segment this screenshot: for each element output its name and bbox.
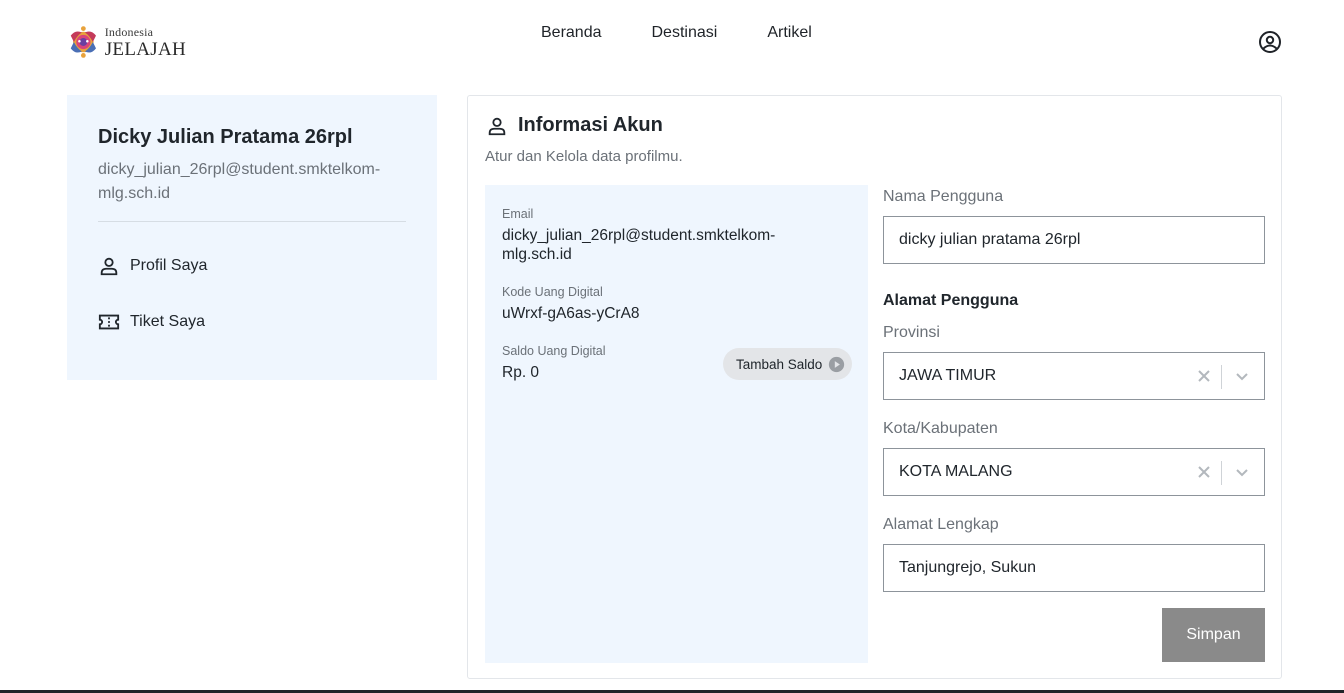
play-circle-icon xyxy=(828,356,845,373)
username-input[interactable] xyxy=(884,217,1264,263)
nav-item-artikel[interactable]: Artikel xyxy=(767,24,811,42)
chevron-down-icon[interactable] xyxy=(1232,462,1252,482)
brand-wordmark: Indonesia JELAJAH xyxy=(105,26,186,59)
brand-emblem-icon xyxy=(70,26,96,58)
account-info-box: Email dicky_julian_26rpl@student.smktelk… xyxy=(485,185,868,663)
clear-icon[interactable] xyxy=(1194,461,1214,483)
city-selected-value: KOTA MALANG xyxy=(899,463,1013,480)
save-button[interactable]: Simpan xyxy=(1162,608,1265,662)
balance-label: Saldo Uang Digital xyxy=(502,344,606,358)
email-label: Email xyxy=(502,207,534,221)
full-address-input[interactable] xyxy=(884,545,1264,591)
chevron-down-icon[interactable] xyxy=(1232,366,1252,386)
full-address-field[interactable] xyxy=(883,544,1265,592)
sidebar-divider xyxy=(98,221,406,222)
top-up-button-label: Tambah Saldo xyxy=(736,356,823,372)
sidebar-item-label: Tiket Saya xyxy=(130,313,205,330)
sidebar-item-tiket-saya[interactable]: Tiket Saya xyxy=(98,311,205,333)
user-account-icon[interactable] xyxy=(1258,30,1282,54)
nav-item-destinasi[interactable]: Destinasi xyxy=(652,24,718,42)
brand-line1: Indonesia xyxy=(104,24,154,39)
ticket-icon xyxy=(98,314,120,330)
profile-name: Dicky Julian Pratama 26rpl xyxy=(98,126,353,148)
card-subtitle: Atur dan Kelola data profilmu. xyxy=(485,148,683,165)
select-separator xyxy=(1221,365,1222,389)
city-label: Kota/Kabupaten xyxy=(883,420,998,437)
username-label: Nama Pengguna xyxy=(883,188,1004,205)
email-value: dicky_julian_26rpl@student.smktelkom-mlg… xyxy=(502,227,776,263)
main-nav: Beranda Destinasi Artikel xyxy=(541,24,812,42)
account-card: Informasi Akun Atur dan Kelola data prof… xyxy=(467,95,1282,679)
header: Indonesia JELAJAH Beranda Destinasi Arti… xyxy=(0,0,1344,84)
card-title: Informasi Akun xyxy=(486,114,663,137)
address-heading: Alamat Pengguna xyxy=(883,292,1019,309)
brand-logo[interactable]: Indonesia JELAJAH xyxy=(66,20,186,64)
brand-line2: JELAJAH xyxy=(104,38,186,60)
sidebar-item-label: Profil Saya xyxy=(130,257,208,274)
province-selected-value: JAWA TIMUR xyxy=(899,367,997,384)
person-icon xyxy=(488,117,506,135)
top-up-button[interactable]: Tambah Saldo xyxy=(723,348,852,380)
select-separator xyxy=(1221,461,1222,485)
city-select[interactable]: KOTA MALANG xyxy=(883,448,1265,496)
full-address-label: Alamat Lengkap xyxy=(883,516,999,533)
profile-email: dicky_julian_26rpl@student.smktelkom-mlg… xyxy=(98,161,381,202)
digital-code-label: Kode Uang Digital xyxy=(502,285,603,299)
digital-code-value: uWrxf-gA6as-yCrA8 xyxy=(502,305,640,322)
profile-sidebar: Dicky Julian Pratama 26rpl dicky_julian_… xyxy=(67,95,437,380)
person-icon xyxy=(100,257,118,276)
province-label: Provinsi xyxy=(883,324,940,341)
card-title-text: Informasi Akun xyxy=(518,114,663,136)
clear-icon[interactable] xyxy=(1194,365,1214,387)
sidebar-item-profil-saya[interactable]: Profil Saya xyxy=(98,255,207,277)
province-select[interactable]: JAWA TIMUR xyxy=(883,352,1265,400)
nav-item-beranda[interactable]: Beranda xyxy=(541,24,602,42)
username-field[interactable] xyxy=(883,216,1265,264)
